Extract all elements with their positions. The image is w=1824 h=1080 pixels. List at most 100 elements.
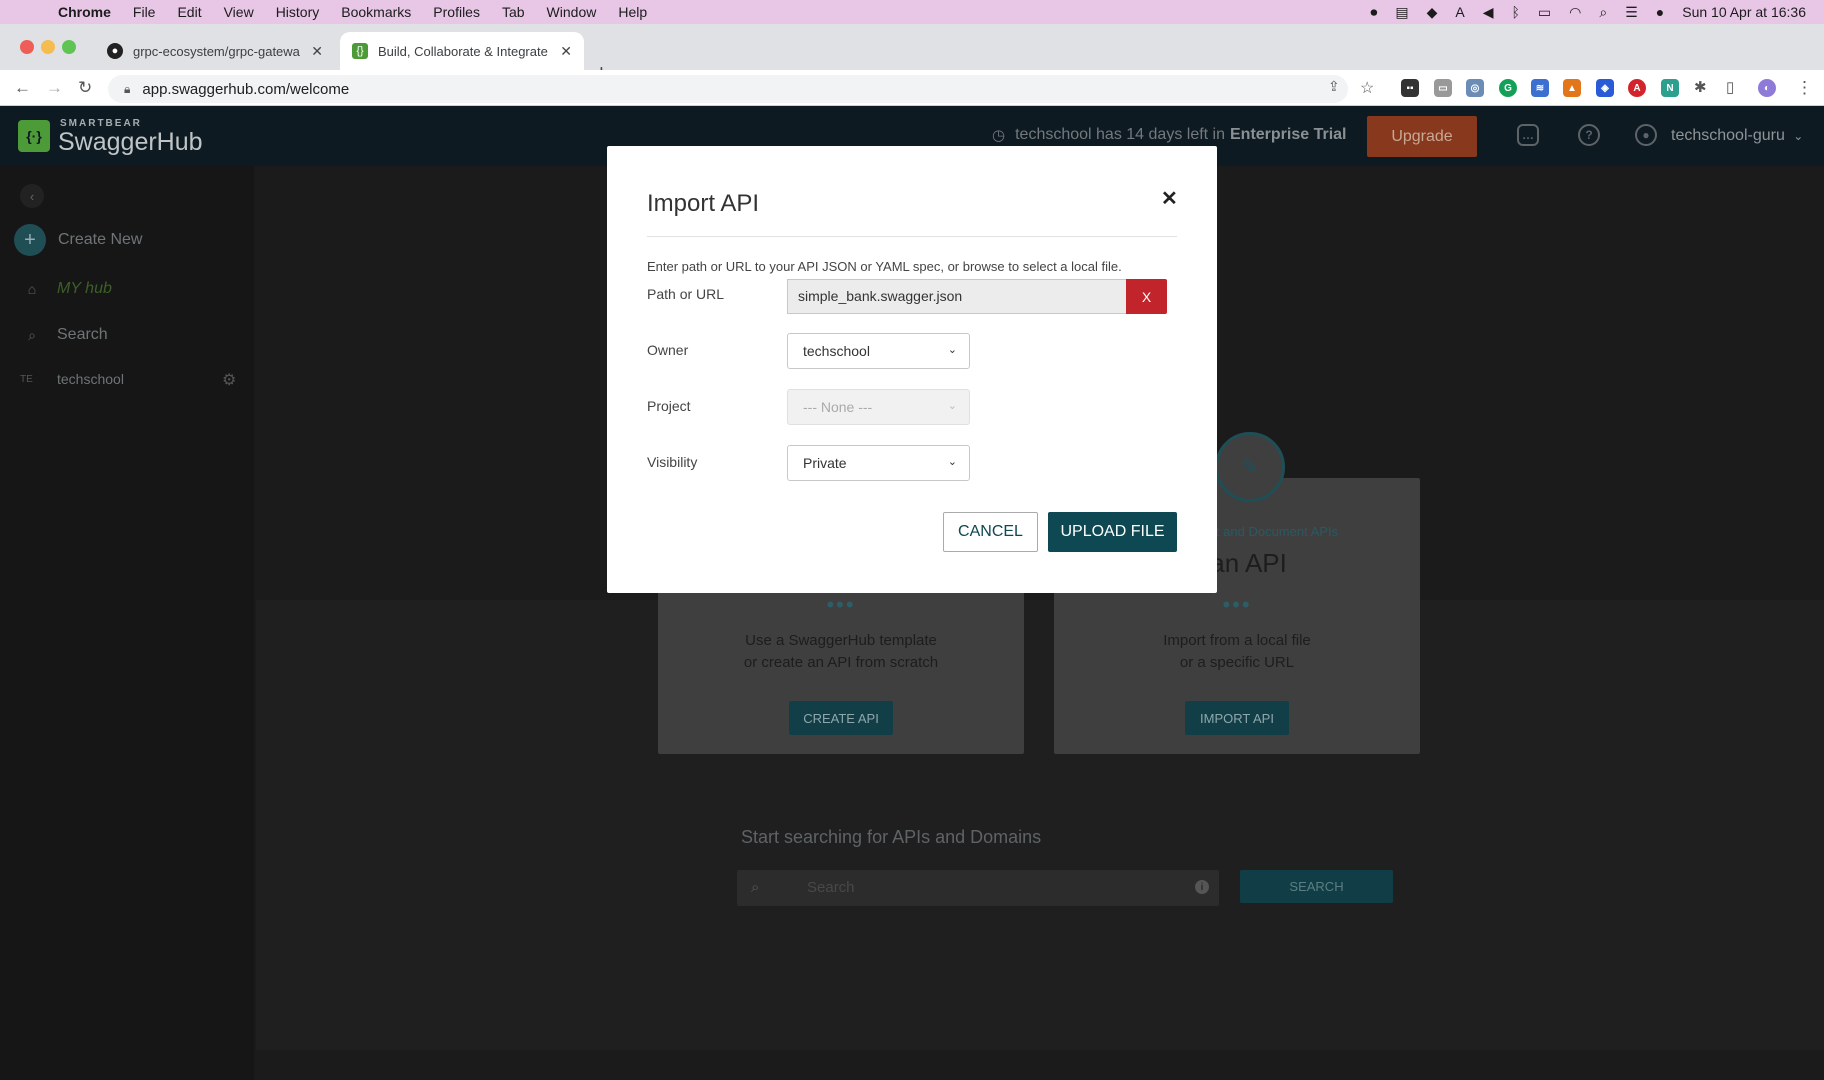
side-panel-icon[interactable]: ▯ — [1726, 78, 1734, 96]
tab-title: Build, Collaborate & Integrate / — [378, 43, 551, 59]
import-api-button[interactable]: IMPORT API — [1185, 701, 1289, 735]
search-button[interactable]: SEARCH — [1240, 870, 1393, 903]
create-api-button[interactable]: CREATE API — [789, 701, 893, 735]
wifi-icon[interactable]: ◠ — [1569, 4, 1581, 21]
profile-avatar-icon[interactable]: ◐ — [1758, 79, 1776, 97]
tab-swaggerhub[interactable]: {} Build, Collaborate & Integrate / ✕ — [340, 32, 584, 70]
sidebar-item-create-new[interactable]: + Create New — [14, 224, 142, 256]
menu-history[interactable]: History — [276, 4, 320, 20]
search-placeholder: Search — [807, 879, 855, 896]
battery-icon[interactable]: ▭ — [1538, 4, 1551, 21]
card-desc-line: Use a SwaggerHub template — [745, 632, 937, 649]
card-desc-line: or a specific URL — [1179, 654, 1295, 671]
tab-github[interactable]: ● grpc-ecosystem/grpc-gatewa ✕ — [95, 32, 335, 70]
menu-bookmarks[interactable]: Bookmarks — [341, 4, 411, 20]
zoom-window-icon[interactable] — [62, 40, 76, 54]
extension-icon[interactable]: ▪▪ — [1401, 79, 1419, 97]
visibility-select[interactable]: Private ⌄ — [787, 445, 970, 481]
sidebar-item-search[interactable]: ⌕ Search — [20, 326, 108, 344]
extension-icon[interactable]: ▭ — [1434, 79, 1452, 97]
forward-icon[interactable]: → — [46, 78, 63, 98]
share-icon[interactable]: ⇪ — [1328, 78, 1340, 95]
spotlight-icon[interactable]: ⌕ — [1599, 4, 1607, 21]
menu-help[interactable]: Help — [618, 4, 647, 20]
menu-file[interactable]: File — [133, 4, 156, 20]
close-window-icon[interactable] — [20, 40, 34, 54]
user-avatar-icon[interactable]: ● — [1635, 124, 1657, 146]
back-icon[interactable]: ← — [14, 78, 31, 98]
siri-icon[interactable]: ● — [1656, 4, 1664, 20]
grammarly-icon[interactable]: G — [1499, 79, 1517, 97]
project-label: Project — [647, 398, 691, 414]
chevron-down-icon: ⌄ — [947, 456, 957, 468]
extension-icon[interactable]: N — [1661, 79, 1679, 97]
close-tab-icon[interactable]: ✕ — [560, 43, 572, 60]
cancel-button[interactable]: CANCEL — [943, 512, 1038, 552]
upload-file-button[interactable]: UPLOAD FILE — [1048, 512, 1177, 552]
info-icon[interactable]: i — [1195, 880, 1209, 894]
modal-title: Import API — [647, 190, 760, 217]
evernote-icon[interactable]: ◆ — [1427, 4, 1438, 21]
project-select[interactable]: --- None --- ⌄ — [787, 389, 970, 425]
brand-name[interactable]: SwaggerHub — [58, 128, 203, 157]
sidebar-item-my-hub[interactable]: ⌂ MY hub — [20, 280, 112, 298]
chat-icon[interactable]: … — [1517, 124, 1539, 146]
user-menu[interactable]: techschool-guru ⌄ — [1671, 127, 1803, 145]
close-icon[interactable]: ✕ — [1161, 186, 1178, 211]
bookmark-star-icon[interactable]: ☆ — [1360, 78, 1374, 98]
main-panel — [256, 600, 1824, 1050]
metamask-icon[interactable]: ▲ — [1563, 79, 1581, 97]
visibility-value: Private — [803, 455, 847, 471]
trial-text: techschool has 14 days left in — [1015, 126, 1225, 143]
gear-icon[interactable]: ⚙ — [222, 370, 236, 390]
minimize-window-icon[interactable] — [41, 40, 55, 54]
clock-icon: ◷ — [992, 127, 1006, 144]
menu-profiles[interactable]: Profiles — [433, 4, 480, 20]
control-center-icon[interactable]: ☰ — [1625, 4, 1638, 21]
address-bar[interactable]: 🔒︎ app.swaggerhub.com/welcome — [108, 75, 1348, 103]
browser-toolbar: ← → ↻ 🔒︎ app.swaggerhub.com/welcome ⇪ ☆ … — [0, 70, 1824, 106]
lock-icon[interactable]: 🔒︎ — [124, 82, 130, 97]
bitwarden-icon[interactable]: ◈ — [1596, 79, 1614, 97]
reload-icon[interactable]: ↻ — [78, 78, 92, 98]
dots-divider: ••• — [1222, 592, 1252, 617]
adblock-icon[interactable]: A — [1628, 79, 1646, 97]
upgrade-button[interactable]: Upgrade — [1367, 116, 1477, 157]
search-input[interactable]: ⌕ Search i — [737, 870, 1219, 906]
help-icon[interactable]: ? — [1578, 124, 1600, 146]
menu-view[interactable]: View — [224, 4, 254, 20]
trial-plan: Enterprise Trial — [1230, 126, 1347, 143]
volume-icon[interactable]: ◀ — [1483, 4, 1494, 21]
swaggerhub-icon: {} — [352, 43, 368, 59]
github-icon: ● — [107, 43, 123, 59]
hub-label: hub — [85, 280, 112, 297]
owner-select[interactable]: techschool ⌄ — [787, 333, 970, 369]
tab-title: grpc-ecosystem/grpc-gatewa — [133, 43, 300, 59]
extension-icon[interactable]: ≋ — [1531, 79, 1549, 97]
chrome-menu-icon[interactable]: ⋮ — [1796, 78, 1813, 98]
modal-help-text: Enter path or URL to your API JSON or YA… — [647, 259, 1122, 274]
extensions-puzzle-icon[interactable]: ✱ — [1694, 78, 1707, 96]
clear-path-button[interactable]: X — [1126, 279, 1167, 314]
username: techschool-guru — [1671, 127, 1785, 144]
menu-clock: Sun 10 Apr at 16:36 — [1682, 4, 1806, 20]
docker-icon[interactable]: ▤ — [1395, 4, 1408, 21]
sidebar-item-org[interactable]: TE techschool — [20, 369, 124, 389]
swaggerhub-logo-icon[interactable]: {·} — [18, 120, 50, 152]
chevron-down-icon: ⌄ — [1793, 129, 1804, 143]
menu-app-name[interactable]: Chrome — [58, 4, 111, 20]
record-icon[interactable]: ⏺ — [1370, 4, 1377, 21]
menu-tab[interactable]: Tab — [502, 4, 525, 20]
org-badge: TE — [20, 373, 33, 385]
path-or-url-input[interactable]: simple_bank.swagger.json — [787, 279, 1127, 314]
menu-edit[interactable]: Edit — [177, 4, 201, 20]
collapse-sidebar-icon[interactable]: ‹ — [20, 184, 44, 208]
dots-divider: ••• — [826, 592, 856, 617]
extension-icon[interactable]: ◎ — [1466, 79, 1484, 97]
input-source-icon[interactable]: A — [1455, 4, 1464, 20]
close-tab-icon[interactable]: ✕ — [311, 43, 323, 60]
menu-window[interactable]: Window — [547, 4, 597, 20]
visibility-label: Visibility — [647, 454, 698, 470]
sidebar: ‹ + Create New ⌂ MY hub ⌕ Search TE tech… — [0, 166, 254, 1080]
bluetooth-icon[interactable]: ᛒ — [1512, 4, 1520, 20]
